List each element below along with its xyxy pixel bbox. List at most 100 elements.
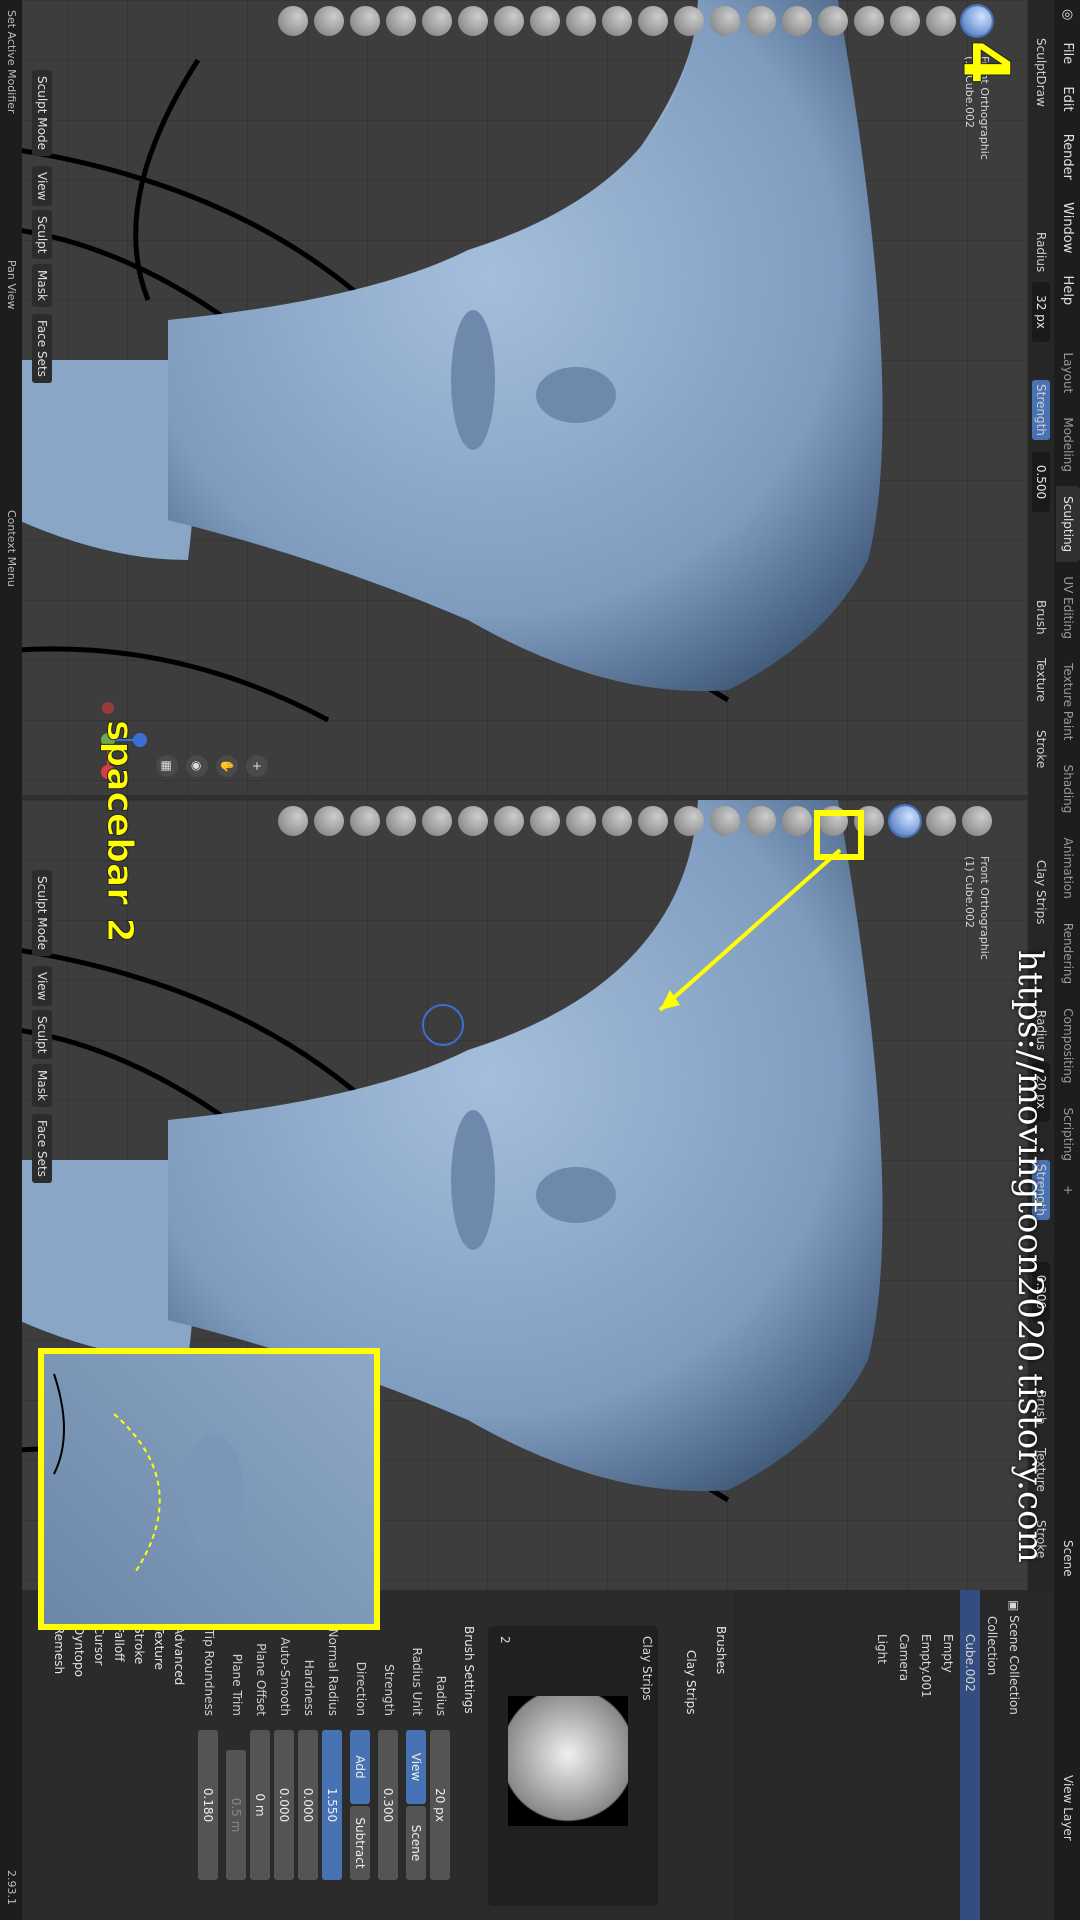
camera-view-icon[interactable]: ◉ (186, 755, 208, 777)
brush-name-left[interactable]: SculptDraw (1032, 38, 1050, 107)
direction-add-button[interactable]: Add (350, 1730, 370, 1804)
radius-unit-scene[interactable]: Scene (406, 1806, 426, 1880)
draw-sharp-brush-icon[interactable] (926, 6, 956, 36)
plane-trim-field[interactable]: 0.5 m (226, 1750, 246, 1880)
plane-offset-field[interactable]: 0 m (250, 1730, 270, 1880)
face-set-brush-icon[interactable] (314, 806, 344, 836)
pinch-brush-icon[interactable] (530, 6, 560, 36)
mesh-filter-icon[interactable] (278, 806, 308, 836)
menu-render[interactable]: Render (1055, 125, 1080, 189)
draw-brush-icon[interactable] (960, 4, 994, 38)
tab-modeling[interactable]: Modeling (1056, 407, 1080, 482)
radius-field[interactable]: 20 px (430, 1730, 450, 1880)
blender-logo-icon[interactable]: ◎ (1055, 0, 1080, 29)
outliner-row-empty[interactable]: Empty (938, 1590, 958, 1920)
dyntopo-section[interactable]: Dyntopo (72, 1626, 86, 1677)
flatten-brush-icon[interactable] (638, 806, 668, 836)
scene-selector[interactable]: Scene (1061, 1540, 1075, 1577)
clay-strips-brush-icon[interactable] (888, 804, 922, 838)
mesh-filter-icon[interactable] (278, 6, 308, 36)
tab-rendering[interactable]: Rendering (1056, 913, 1080, 994)
normal-radius-field[interactable]: 1.550 (322, 1730, 342, 1880)
radius-field-left[interactable]: 32 px (1032, 282, 1050, 342)
thumb-brush-icon[interactable] (422, 6, 452, 36)
view-menu-right[interactable]: View (32, 966, 52, 1007)
tab-sculpting[interactable]: Sculpting (1056, 486, 1080, 563)
tab-animation[interactable]: Animation (1056, 828, 1080, 909)
outliner-row-camera[interactable]: Camera (894, 1590, 914, 1920)
thumb-brush-icon[interactable] (422, 806, 452, 836)
clay-brush-icon[interactable] (890, 6, 920, 36)
tab-layout[interactable]: Layout (1056, 342, 1080, 403)
inflate-brush-icon[interactable] (782, 806, 812, 836)
tab-shading[interactable]: Shading (1056, 755, 1080, 824)
viewport-left[interactable]: Front Orthographic (1) Cube.002 Sculpt M… (18, 0, 1028, 795)
outliner-row-collection[interactable]: Collection (982, 1590, 1002, 1920)
tab-texture-paint[interactable]: Texture Paint (1056, 653, 1080, 750)
face-sets-menu-right[interactable]: Face Sets (32, 1114, 52, 1183)
outliner-row-cube[interactable]: Cube.002 (960, 1590, 980, 1920)
snake-hook-brush-icon[interactable] (458, 806, 488, 836)
mode-selector-right[interactable]: Sculpt Mode (32, 870, 52, 956)
grid-toggle-icon[interactable]: ▦ (156, 755, 178, 777)
smooth-brush-icon[interactable] (674, 6, 704, 36)
outliner-row-light[interactable]: Light (872, 1590, 892, 1920)
tab-scripting[interactable]: Scripting (1056, 1098, 1080, 1171)
sculpt-menu-right[interactable]: Sculpt (32, 1010, 52, 1060)
auto-smooth-field[interactable]: 0.000 (274, 1730, 294, 1880)
outliner-row-empty001[interactable]: Empty.001 (916, 1590, 936, 1920)
grab-brush-icon[interactable] (494, 806, 524, 836)
inflate-brush-icon[interactable] (782, 6, 812, 36)
pan-hand-icon[interactable]: ✋ (216, 755, 238, 777)
view-menu-left[interactable]: View (32, 166, 52, 207)
mask-menu-right[interactable]: Mask (32, 1064, 52, 1107)
sculpt-menu-left[interactable]: Sculpt (32, 210, 52, 260)
menu-edit[interactable]: Edit (1055, 77, 1080, 120)
crease-brush-icon[interactable] (710, 6, 740, 36)
zoom-icon[interactable]: + (246, 755, 268, 777)
texture-section[interactable]: Texture (152, 1626, 166, 1670)
stroke-menu-left[interactable]: Stroke (1032, 730, 1050, 768)
scrape-brush-icon[interactable] (566, 806, 596, 836)
menu-window[interactable]: Window (1055, 193, 1080, 262)
brush-name-right[interactable]: Clay Strips (1032, 860, 1050, 924)
mask-brush-icon[interactable] (350, 6, 380, 36)
strength-field[interactable]: 0.300 (378, 1730, 398, 1880)
grab-brush-icon[interactable] (494, 6, 524, 36)
radius-unit-view[interactable]: View (406, 1730, 426, 1804)
direction-subtract-button[interactable]: Subtract (350, 1806, 370, 1880)
blob-brush-icon[interactable] (746, 6, 776, 36)
tip-roundness-field[interactable]: 0.180 (198, 1730, 218, 1880)
snake-hook-brush-icon[interactable] (458, 6, 488, 36)
advanced-section[interactable]: Advanced (172, 1626, 186, 1685)
blob-brush-icon[interactable] (746, 806, 776, 836)
tab-compositing[interactable]: Compositing (1056, 998, 1080, 1093)
face-sets-menu-left[interactable]: Face Sets (32, 314, 52, 383)
texture-menu-left[interactable]: Texture (1032, 658, 1050, 702)
strength-field-left[interactable]: 0.500 (1032, 452, 1050, 512)
draw-sharp-brush-icon[interactable] (926, 806, 956, 836)
brush-preview-box[interactable]: Clay Strips 2 (488, 1626, 658, 1906)
scrape-brush-icon[interactable] (566, 6, 596, 36)
scene-collection-row[interactable]: ▣ Scene Collection (1004, 1600, 1024, 1920)
menu-file[interactable]: File (1055, 33, 1080, 73)
add-workspace-button[interactable]: + (1056, 1175, 1080, 1205)
layer-brush-icon[interactable] (818, 6, 848, 36)
fill-brush-icon[interactable] (602, 6, 632, 36)
menu-help[interactable]: Help (1055, 267, 1080, 315)
pose-brush-icon[interactable] (386, 6, 416, 36)
clay-strips-brush-icon[interactable] (854, 6, 884, 36)
mode-selector-left[interactable]: Sculpt Mode (32, 70, 52, 156)
fill-brush-icon[interactable] (602, 806, 632, 836)
mask-brush-icon[interactable] (350, 806, 380, 836)
brush-menu-left[interactable]: Brush (1032, 600, 1050, 635)
hardness-field[interactable]: 0.000 (298, 1730, 318, 1880)
mask-menu-left[interactable]: Mask (32, 264, 52, 307)
view-layer-selector[interactable]: View Layer (1061, 1775, 1075, 1841)
flatten-brush-icon[interactable] (638, 6, 668, 36)
brush-settings-header[interactable]: Brush Settings (462, 1626, 476, 1714)
brushes-section-header[interactable]: Brushes (714, 1626, 728, 1674)
cursor-section[interactable]: Cursor (92, 1626, 106, 1665)
smooth-brush-icon[interactable] (674, 806, 704, 836)
tab-uv-editing[interactable]: UV Editing (1056, 566, 1080, 649)
